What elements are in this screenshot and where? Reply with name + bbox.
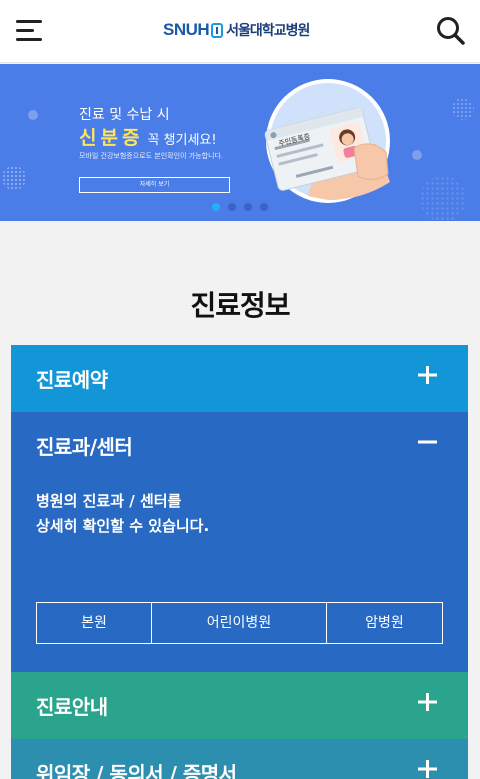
accordion-header-reservation[interactable]: 진료예약 (11, 345, 468, 411)
accordion-guide: 진료안내 (11, 672, 468, 739)
top-header: SNUH 서울대학교병원 (0, 0, 480, 63)
hamburger-menu-icon[interactable] (16, 20, 44, 42)
banner-dot-2[interactable] (228, 203, 236, 211)
accordion-header-guide[interactable]: 진료안내 (11, 672, 468, 738)
banner-dot-1[interactable] (212, 203, 220, 211)
accordion-header-departments[interactable]: 진료과/센터 (11, 412, 468, 478)
logo-hospital-name: 서울대학교병원 (226, 23, 310, 39)
banner-dot-3[interactable] (244, 203, 252, 211)
promo-banner[interactable]: 진료 및 수납 시 신분증 꼭 챙기세요! 모바일 건강보험증으로도 본인확인이 … (0, 64, 480, 221)
plus-icon (416, 364, 438, 386)
logo-snuh-text: SNUH (163, 20, 210, 39)
banner-line2: 신분증 꼭 챙기세요! (79, 123, 217, 150)
accordion-documents: 위임장 / 동의서 / 증명서 (11, 739, 468, 779)
accordion-label: 진료예약 (36, 368, 108, 392)
accordion-header-documents[interactable]: 위임장 / 동의서 / 증명서 (11, 739, 468, 779)
section-title: 진료정보 (190, 289, 290, 322)
id-card-illustration: 주민등록증 (258, 78, 398, 204)
department-button-group: 본원 어린이병원 암병원 (36, 602, 443, 644)
banner-pagination (212, 203, 268, 211)
accordion-label: 진료과/센터 (36, 435, 133, 459)
banner-detail-button[interactable]: 자세히 보기 (79, 177, 230, 193)
accordion-description: 병원의 진료과 / 센터를 상세히 확인할 수 있습니다. (36, 489, 209, 539)
banner-highlight: 신분증 (79, 127, 144, 149)
accordion-reservation: 진료예약 (11, 345, 468, 412)
desc-line1: 병원의 진료과 / 센터를 (36, 492, 182, 510)
plus-icon (416, 691, 438, 713)
main-hospital-button[interactable]: 본원 (36, 602, 152, 644)
accordion-label: 진료안내 (36, 695, 108, 719)
banner-line3: 모바일 건강보험증으로도 본인확인이 가능합니다. (79, 152, 224, 160)
desc-line2: 상세히 확인할 수 있습니다. (36, 517, 210, 535)
banner-line2-rest: 꼭 챙기세요! (147, 133, 217, 148)
banner-dot-4[interactable] (260, 203, 268, 211)
plus-icon (416, 758, 438, 779)
search-icon[interactable] (436, 16, 466, 46)
banner-line1: 진료 및 수납 시 (79, 107, 170, 123)
logo-mark-icon (211, 22, 224, 38)
accordion-departments: 진료과/센터 병원의 진료과 / 센터를 상세히 확인할 수 있습니다. 본원 … (11, 412, 468, 672)
minus-icon (416, 431, 438, 453)
childrens-hospital-button[interactable]: 어린이병원 (152, 602, 327, 644)
accordion-label: 위임장 / 동의서 / 증명서 (36, 762, 237, 779)
hospital-logo[interactable]: SNUH 서울대학교병원 (163, 19, 310, 41)
cancer-hospital-button[interactable]: 암병원 (327, 602, 443, 644)
